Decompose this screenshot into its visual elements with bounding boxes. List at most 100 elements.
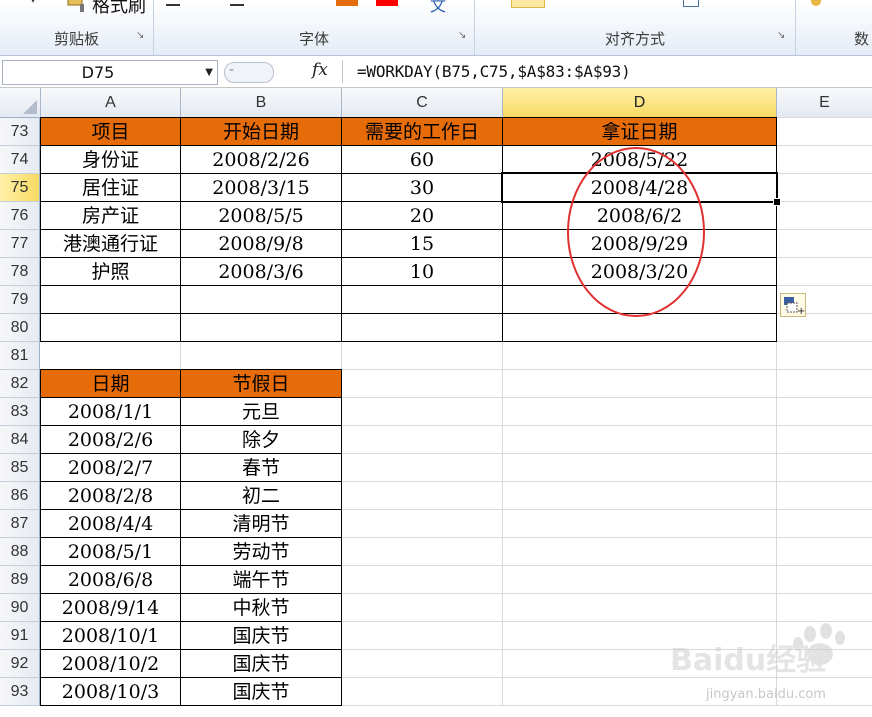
table1-cell[interactable]: 房产证: [41, 202, 180, 229]
row-header-76[interactable]: 76: [0, 202, 40, 230]
wen-icon[interactable]: 文: [430, 0, 446, 16]
table1-cell[interactable]: 20: [342, 202, 502, 229]
select-all-corner[interactable]: [0, 88, 41, 117]
table1-cell[interactable]: 2008/3/20: [503, 258, 776, 285]
table2-header-cell[interactable]: 节假日: [181, 370, 341, 397]
row-header-88[interactable]: 88: [0, 538, 40, 566]
table2-header-cell[interactable]: 日期: [41, 370, 180, 397]
table1-header-cell[interactable]: 拿证日期: [503, 118, 776, 145]
row-header-84[interactable]: 84: [0, 426, 40, 454]
column-header-c[interactable]: C: [342, 88, 503, 117]
row-header-79[interactable]: 79: [0, 286, 40, 314]
table1-cell[interactable]: 2008/3/15: [181, 174, 341, 201]
table1-cell[interactable]: 港澳通行证: [41, 230, 180, 257]
table1-cell[interactable]: 居住证: [41, 174, 180, 201]
cell-border: [40, 649, 342, 650]
table1-header-cell[interactable]: 项目: [41, 118, 180, 145]
table2-cell[interactable]: 2008/10/3: [41, 678, 180, 705]
column-header-d[interactable]: D: [503, 88, 777, 117]
paste-options-button[interactable]: +: [780, 293, 806, 317]
merge-center-icon[interactable]: [683, 0, 699, 7]
table1-cell[interactable]: 2008/2/26: [181, 146, 341, 173]
fill-color-icon[interactable]: [336, 0, 358, 6]
table1-cell[interactable]: 2008/3/6: [181, 258, 341, 285]
insert-function-icon[interactable]: fx: [312, 60, 328, 80]
row-header-81[interactable]: 81: [0, 342, 40, 370]
row-header-92[interactable]: 92: [0, 650, 40, 678]
table2-cell[interactable]: 2008/6/8: [41, 566, 180, 593]
table2-cell[interactable]: 2008/10/1: [41, 622, 180, 649]
table2-cell[interactable]: 国庆节: [181, 650, 341, 677]
row-header-85[interactable]: 85: [0, 454, 40, 482]
table2-cell[interactable]: 2008/2/6: [41, 426, 180, 453]
row-header-80[interactable]: 80: [0, 314, 40, 342]
column-header-b[interactable]: B: [181, 88, 342, 117]
dropdown-arrow-icon[interactable]: ▾: [30, 0, 40, 6]
bold-icon[interactable]: [166, 0, 180, 6]
table2-cell[interactable]: 2008/2/7: [41, 454, 180, 481]
table2-cell[interactable]: 2008/4/4: [41, 510, 180, 537]
row-header-89[interactable]: 89: [0, 566, 40, 594]
row-header-82[interactable]: 82: [0, 370, 40, 398]
table2-cell[interactable]: 元旦: [181, 398, 341, 425]
table1-cell[interactable]: 10: [342, 258, 502, 285]
table2-cell[interactable]: 初二: [181, 482, 341, 509]
table1-cell[interactable]: 身份证: [41, 146, 180, 173]
cell-border: [40, 425, 342, 426]
cell-border: [40, 369, 41, 706]
table2-cell[interactable]: 2008/9/14: [41, 594, 180, 621]
table1-cell[interactable]: 2008/9/8: [181, 230, 341, 257]
chevron-down-icon[interactable]: ▼: [205, 67, 213, 78]
table1-header-cell[interactable]: 需要的工作日: [342, 118, 502, 145]
row-header-91[interactable]: 91: [0, 622, 40, 650]
table1-cell[interactable]: 30: [342, 174, 502, 201]
table2-cell[interactable]: 春节: [181, 454, 341, 481]
dialog-launcher-icon[interactable]: ↘: [136, 31, 146, 41]
table1-cell[interactable]: 60: [342, 146, 502, 173]
row-header-90[interactable]: 90: [0, 594, 40, 622]
row-header-87[interactable]: 87: [0, 510, 40, 538]
table1-cell[interactable]: 2008/4/28: [503, 174, 776, 201]
table1-cell[interactable]: 护照: [41, 258, 180, 285]
table2-cell[interactable]: 2008/5/1: [41, 538, 180, 565]
table2-cell[interactable]: 2008/10/2: [41, 650, 180, 677]
cell-border: [40, 285, 777, 286]
table2-cell[interactable]: 2008/2/8: [41, 482, 180, 509]
table2-cell[interactable]: 除夕: [181, 426, 341, 453]
row-header-73[interactable]: 73: [0, 118, 40, 146]
font-color-icon[interactable]: [376, 0, 398, 6]
table1-cell[interactable]: 2008/5/5: [181, 202, 341, 229]
cell-border: [40, 453, 342, 454]
table1-header-cell[interactable]: 开始日期: [181, 118, 341, 145]
table1-cell[interactable]: 2008/5/22: [503, 146, 776, 173]
table2-cell[interactable]: 清明节: [181, 510, 341, 537]
table1-cell[interactable]: 15: [342, 230, 502, 257]
table2-cell[interactable]: 2008/1/1: [41, 398, 180, 425]
table2-cell[interactable]: 国庆节: [181, 622, 341, 649]
row-header-78[interactable]: 78: [0, 258, 40, 286]
column-header-e[interactable]: E: [777, 88, 872, 117]
row-header-75[interactable]: 75: [0, 174, 40, 202]
dialog-launcher-icon[interactable]: ↘: [777, 31, 787, 41]
expand-handle[interactable]: -: [224, 62, 274, 83]
name-box[interactable]: D75 ▼: [2, 60, 218, 85]
table1-cell[interactable]: 2008/6/2: [503, 202, 776, 229]
fill-handle[interactable]: [773, 198, 781, 206]
underline-icon[interactable]: [230, 0, 244, 6]
row-header-77[interactable]: 77: [0, 230, 40, 258]
table2-cell[interactable]: 端午节: [181, 566, 341, 593]
row-header-86[interactable]: 86: [0, 482, 40, 510]
row-header-74[interactable]: 74: [0, 146, 40, 174]
align-button[interactable]: [511, 0, 545, 8]
row-header-93[interactable]: 93: [0, 678, 40, 706]
row-header-83[interactable]: 83: [0, 398, 40, 426]
format-painter-button[interactable]: 格式刷: [66, 0, 156, 17]
table2-cell[interactable]: 国庆节: [181, 678, 341, 705]
column-header-a[interactable]: A: [41, 88, 181, 117]
table2-cell[interactable]: 中秋节: [181, 594, 341, 621]
dialog-launcher-icon[interactable]: ↘: [458, 31, 468, 41]
table2-cell[interactable]: 劳动节: [181, 538, 341, 565]
table1-cell[interactable]: 2008/9/29: [503, 230, 776, 257]
formula-input[interactable]: =WORKDAY(B75,C75,$A$83:$A$93): [342, 60, 872, 83]
number-format-icon[interactable]: [810, 0, 826, 6]
